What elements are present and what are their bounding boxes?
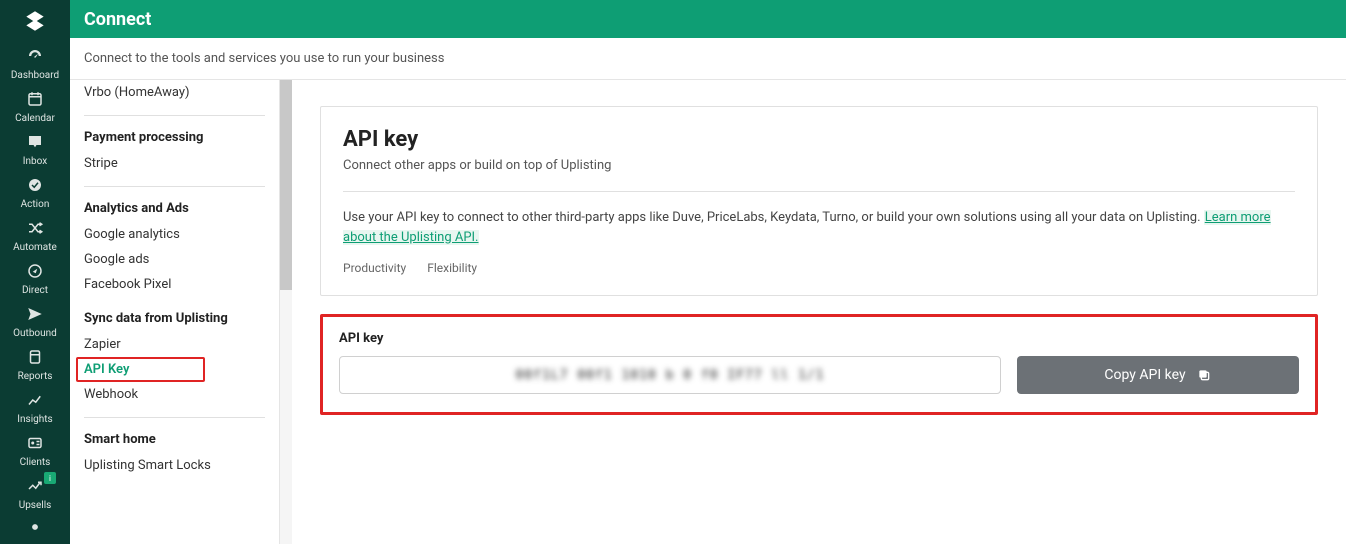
nav-label: Outbound [13,328,57,339]
nav-calendar[interactable]: Calendar [0,87,70,124]
sidebar-item-fbpixel[interactable]: Facebook Pixel [84,272,265,297]
settings-sidebar[interactable]: Vrbo (HomeAway) Payment processing Strip… [70,80,280,544]
send-icon [26,302,44,326]
nav-direct[interactable]: Direct [0,259,70,296]
sidebar-item-apikey[interactable]: API Key [84,362,197,377]
chart-icon [26,388,44,412]
nav-action[interactable]: Action [0,173,70,210]
sidebar-item-apikey-highlight: API Key [76,357,205,382]
nav-automate[interactable]: Automate [0,216,70,253]
sidebar-group-sync: Sync data from Uplisting [84,297,265,332]
sidebar-group-analytics: Analytics and Ads [84,187,265,222]
card-title: API key [343,127,1295,152]
sidebar-item-stripe[interactable]: Stripe [84,151,265,176]
nav-outbound[interactable]: Outbound [0,302,70,339]
id-card-icon [26,431,44,455]
copy-api-key-button[interactable]: Copy API key [1017,356,1299,394]
main-content: API key Connect other apps or build on t… [292,80,1346,544]
sidebar-item-vrbo[interactable]: Vrbo (HomeAway) [84,80,265,105]
nav-label: Reports [18,371,53,382]
check-circle-icon [26,173,44,197]
sidebar-item-smartlocks[interactable]: Uplisting Smart Locks [84,453,265,478]
tag-flexibility: Flexibility [427,261,477,275]
card-subtitle: Connect other apps or build on top of Up… [343,158,1295,173]
calculator-icon [26,345,44,369]
sidebar-item-webhook[interactable]: Webhook [84,382,265,407]
api-key-field[interactable]: 00f1L7 00f1 1010 b 0 f0 IF77 ll 1/1 [339,356,1001,394]
nav-label: Action [21,199,50,210]
nav-dashboard[interactable]: Dashboard [0,44,70,81]
nav-insights[interactable]: Insights [0,388,70,425]
calendar-icon [26,87,44,111]
api-key-masked: 00f1L7 00f1 1010 b 0 f0 IF77 ll 1/1 [516,368,825,383]
page-title: Connect [84,9,151,30]
logo-icon [22,8,48,34]
copy-button-label: Copy API key [1104,367,1185,383]
primary-nav: Dashboard Calendar Inbox Action Automate… [0,0,70,544]
sidebar-group-payment: Payment processing [84,116,265,151]
page-header: Connect [70,0,1346,38]
nav-label: Inbox [23,156,47,167]
sidebar-group-smart-home: Smart home [84,418,265,453]
trending-up-icon [26,474,44,498]
divider [343,191,1295,192]
nav-label: Clients [20,457,51,468]
nav-label: Dashboard [11,70,59,81]
gauge-icon [26,44,44,68]
page-subtitle: Connect to the tools and services you us… [84,51,444,66]
api-key-box: API key 00f1L7 00f1 1010 b 0 f0 IF77 ll … [320,314,1318,415]
nav-label: Upsells [19,500,52,511]
sidebar-item-ganalytics[interactable]: Google analytics [84,222,265,247]
sidebar-item-zapier[interactable]: Zapier [84,332,265,357]
api-key-info-card: API key Connect other apps or build on t… [320,106,1318,296]
nav-more[interactable] [0,515,70,539]
inbox-icon [26,130,44,154]
copy-icon [1196,367,1212,383]
brand-logo[interactable] [0,4,70,38]
api-key-row: 00f1L7 00f1 1010 b 0 f0 IF77 ll 1/1 Copy… [339,356,1299,394]
api-key-label: API key [339,331,1299,346]
nav-reports[interactable]: Reports [0,345,70,382]
sidebar-item-gads[interactable]: Google ads [84,247,265,272]
nav-label: Calendar [15,113,55,124]
scrollbar-thumb[interactable] [280,80,292,290]
info-badge: i [44,472,56,484]
card-description: Use your API key to connect to other thi… [343,208,1295,247]
dot-icon [28,515,42,539]
compass-icon [26,259,44,283]
nav-inbox[interactable]: Inbox [0,130,70,167]
card-tags: Productivity Flexibility [343,261,1295,275]
nav-upsells[interactable]: Upsells i [0,474,70,511]
nav-label: Direct [22,285,48,296]
description-text: Use your API key to connect to other thi… [343,210,1204,225]
nav-clients[interactable]: Clients [0,431,70,468]
shuffle-icon [26,216,44,240]
page-subheader: Connect to the tools and services you us… [70,38,1346,80]
nav-label: Insights [17,414,52,425]
nav-label: Automate [13,242,57,253]
tag-productivity: Productivity [343,261,406,275]
